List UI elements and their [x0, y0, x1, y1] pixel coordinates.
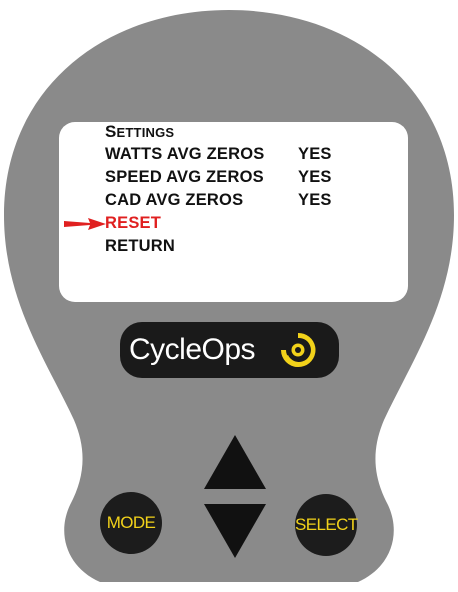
- menu-item-label: SPEED AVG ZEROS: [105, 168, 264, 186]
- menu-title: SETTINGS: [105, 120, 264, 143]
- menu-item-label: WATTS AVG ZEROS: [105, 145, 265, 163]
- settings-menu: SETTINGS WATTS AVG ZEROS YES SPEED AVG ZE…: [105, 120, 331, 258]
- menu-item-speed-avg-zeros[interactable]: SPEED AVG ZEROS YES: [105, 166, 331, 189]
- menu-item-value: YES: [298, 145, 332, 163]
- menu-item-return[interactable]: RETURN: [105, 235, 264, 258]
- menu-item-value: YES: [298, 168, 332, 186]
- selection-arrow-icon: [64, 218, 106, 230]
- select-button[interactable]: SELECT: [295, 494, 358, 556]
- menu-item-label: CAD AVG ZEROS: [105, 191, 244, 209]
- menu-title-initial: S: [105, 122, 117, 141]
- lcd-screen: SETTINGS WATTS AVG ZEROS YES SPEED AVG ZE…: [59, 122, 408, 302]
- brand-logo: CycleOps: [120, 322, 339, 378]
- menu-item-value: YES: [298, 191, 332, 209]
- menu-item-reset[interactable]: RESET: [105, 212, 264, 235]
- triangle-down-icon[interactable]: [204, 504, 266, 558]
- menu-title-rest: ETTINGS: [116, 125, 175, 140]
- menu-item-watts-avg-zeros[interactable]: WATTS AVG ZEROS YES: [105, 143, 331, 166]
- menu-item-label: RETURN: [105, 237, 175, 255]
- brand-name: CycleOps: [129, 333, 256, 366]
- triangle-up-icon[interactable]: [204, 435, 266, 489]
- menu-item-label: RESET: [105, 214, 162, 232]
- mode-button[interactable]: MODE: [100, 492, 162, 554]
- cycleops-swirl-icon: [281, 332, 316, 367]
- menu-item-cad-avg-zeros[interactable]: CAD AVG ZEROS YES: [105, 189, 331, 212]
